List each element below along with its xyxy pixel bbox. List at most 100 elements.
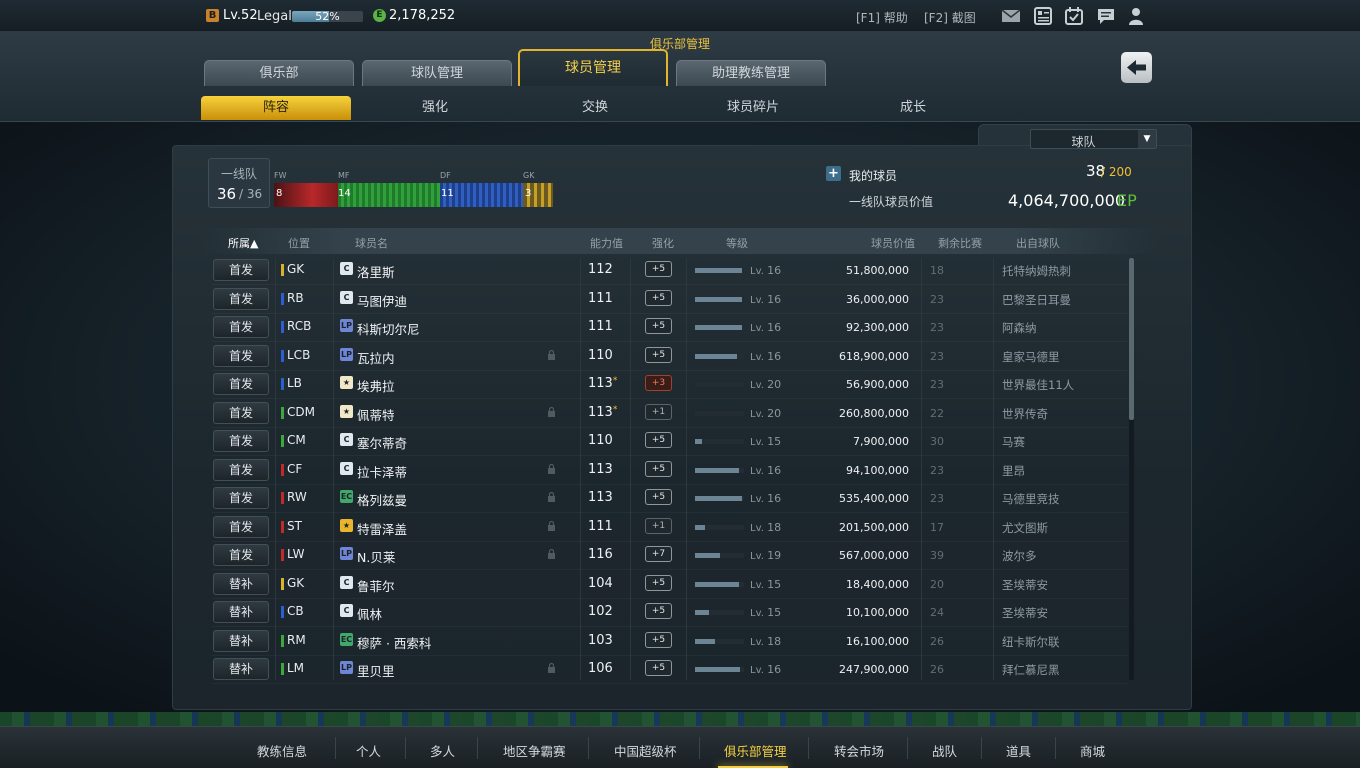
column-header-name[interactable]: 球员名 bbox=[355, 235, 388, 251]
player-name[interactable]: 科斯切尔尼 bbox=[357, 319, 420, 338]
subtab-squad[interactable]: 阵容 bbox=[201, 96, 351, 120]
card-icon[interactable] bbox=[1033, 6, 1053, 26]
lineup-status-button[interactable]: 首发 bbox=[213, 515, 269, 538]
tab-team-management[interactable]: 球队管理 bbox=[362, 60, 512, 86]
table-row[interactable]: 首发 RB C 马图伊迪 111 +5 Lv. 16 36,000,000 23 巴黎圣日耳曼 bbox=[212, 286, 1127, 314]
player-name[interactable]: 塞尔蒂奇 bbox=[357, 433, 407, 452]
lineup-status-button[interactable]: 替补 bbox=[213, 572, 269, 595]
nav-china-super-cup[interactable]: 中国超级杯 bbox=[614, 741, 677, 760]
stadium-strip bbox=[0, 712, 1360, 726]
lineup-status-button[interactable]: 首发 bbox=[213, 401, 269, 424]
lineup-status-button[interactable]: 首发 bbox=[213, 373, 269, 395]
table-row[interactable]: 首发 LW LP N.贝莱 116 +7 Lv. 19 567,000,000 39 波尔多 bbox=[212, 542, 1127, 570]
column-header-club[interactable]: 出自球队 bbox=[1016, 235, 1060, 251]
lineup-status-button[interactable]: 首发 bbox=[213, 430, 269, 452]
user-icon[interactable] bbox=[1126, 6, 1146, 26]
level-progress-bar bbox=[695, 410, 744, 416]
subtab-growth[interactable]: 成长 bbox=[838, 96, 988, 120]
player-name[interactable]: 里贝里 bbox=[357, 661, 395, 680]
nav-single-player[interactable]: 个人 bbox=[356, 741, 381, 760]
table-row[interactable]: 首发 CDM ★ 佩蒂特 113* +1 Lv. 20 260,800,000 22 世界传奇 bbox=[212, 400, 1127, 428]
tab-assistant-coach-management[interactable]: 助理教练管理 bbox=[676, 60, 826, 86]
lineup-status-button[interactable]: 首发 bbox=[213, 316, 269, 338]
player-value: 260,800,000 bbox=[839, 406, 909, 420]
subtab-exchange[interactable]: 交换 bbox=[520, 96, 670, 120]
nav-items[interactable]: 道具 bbox=[1006, 741, 1031, 760]
column-header-value[interactable]: 球员价值 bbox=[871, 235, 915, 251]
player-name[interactable]: 特雷泽盖 bbox=[357, 519, 407, 538]
lineup-status-button[interactable]: 替补 bbox=[213, 601, 269, 623]
player-name[interactable]: 佩蒂特 bbox=[357, 405, 395, 424]
tab-player-management[interactable]: 球员管理 bbox=[518, 49, 668, 86]
column-header-level[interactable]: 等级 bbox=[726, 235, 748, 251]
scrollbar-thumb[interactable] bbox=[1129, 258, 1134, 420]
nav-coach-info[interactable]: 教练信息 bbox=[257, 741, 307, 760]
tab-club[interactable]: 俱乐部 bbox=[204, 60, 354, 86]
level-progress-bar bbox=[695, 467, 744, 473]
table-row[interactable]: 首发 LCB LP 瓦拉内 110 +5 Lv. 16 618,900,000 23 皇家马德里 bbox=[212, 343, 1127, 371]
table-row[interactable]: 替补 RM EC 穆萨 · 西索科 103 +5 Lv. 18 16,100,000 26 纽卡斯… bbox=[212, 628, 1127, 656]
lock-icon bbox=[548, 663, 555, 673]
add-player-icon[interactable]: + bbox=[826, 166, 841, 181]
table-row[interactable]: 替补 LM LP 里贝里 106 +5 Lv. 16 247,900,000 26 拜仁慕尼黑 bbox=[212, 656, 1127, 684]
calendar-check-icon[interactable] bbox=[1064, 6, 1084, 26]
column-header-enhance[interactable]: 强化 bbox=[652, 235, 674, 251]
column-header-position[interactable]: 位置 bbox=[288, 235, 310, 251]
table-row[interactable]: 首发 RCB LP 科斯切尔尼 111 +5 Lv. 16 92,300,000 23 阿森纳 bbox=[212, 314, 1127, 342]
lineup-status-button[interactable]: 替补 bbox=[213, 629, 269, 652]
column-header-type[interactable]: 所属▲ bbox=[228, 235, 258, 251]
player-name[interactable]: 穆萨 · 西索科 bbox=[357, 633, 431, 652]
table-row[interactable]: 替补 GK C 鲁菲尔 104 +5 Lv. 15 18,400,000 20 圣埃蒂安 bbox=[212, 571, 1127, 599]
lineup-status-button[interactable]: 替补 bbox=[213, 658, 269, 680]
table-row[interactable]: 首发 ST ★ 特雷泽盖 111 +1 Lv. 18 201,500,000 17 尤文图斯 bbox=[212, 514, 1127, 542]
player-name[interactable]: 马图伊迪 bbox=[357, 291, 407, 310]
player-name[interactable]: 拉卡泽蒂 bbox=[357, 462, 407, 481]
player-club: 皇家马德里 bbox=[1002, 349, 1060, 364]
lineup-status-button[interactable]: 首发 bbox=[213, 259, 269, 281]
column-header-remaining-matches[interactable]: 剩余比赛 bbox=[938, 235, 982, 251]
nav-divider bbox=[1055, 737, 1056, 759]
screenshot-link[interactable]: [F2] 截图 bbox=[924, 9, 976, 26]
my-players-label: 我的球员 bbox=[849, 169, 898, 183]
lineup-status-button[interactable]: 首发 bbox=[213, 344, 269, 367]
table-row[interactable]: 首发 LB ★ 埃弗拉 113* +3 Lv. 20 56,900,000 23 世界最佳11人 bbox=[212, 371, 1127, 399]
player-name[interactable]: 鲁菲尔 bbox=[357, 576, 395, 595]
season-badge-icon: EC bbox=[340, 490, 353, 503]
lineup-status-button[interactable]: 首发 bbox=[213, 544, 269, 566]
player-name[interactable]: 埃弗拉 bbox=[357, 376, 395, 395]
position-label-mf: MF bbox=[338, 171, 350, 180]
nav-multiplayer[interactable]: 多人 bbox=[430, 741, 455, 760]
mail-icon[interactable] bbox=[1001, 6, 1021, 26]
table-row[interactable]: 首发 RW EC 格列兹曼 113 +5 Lv. 16 535,400,000 23 马德里竞技 bbox=[212, 485, 1127, 513]
player-name[interactable]: N.贝莱 bbox=[357, 547, 395, 566]
player-position: CF bbox=[287, 461, 303, 476]
table-row[interactable]: 首发 CF C 拉卡泽蒂 113 +5 Lv. 16 94,100,000 23 里昂 bbox=[212, 457, 1127, 485]
remaining-matches: 23 bbox=[930, 463, 944, 477]
player-name[interactable]: 瓦拉内 bbox=[357, 348, 395, 367]
back-button[interactable] bbox=[1121, 52, 1152, 83]
nav-divider bbox=[808, 737, 809, 759]
nav-transfer-market[interactable]: 转会市场 bbox=[834, 741, 884, 760]
nav-team-clan[interactable]: 战队 bbox=[932, 741, 957, 760]
player-name[interactable]: 洛里斯 bbox=[357, 262, 395, 281]
team-filter-select[interactable]: 球队 ▼ bbox=[1030, 129, 1157, 149]
column-header-ovr[interactable]: 能力值 bbox=[590, 235, 623, 251]
player-name[interactable]: 格列兹曼 bbox=[357, 490, 407, 509]
subtab-player-fragments[interactable]: 球员碎片 bbox=[678, 96, 828, 120]
nav-shop[interactable]: 商城 bbox=[1080, 741, 1105, 760]
lineup-status-button[interactable]: 首发 bbox=[213, 458, 269, 481]
nav-regional-tournament[interactable]: 地区争霸赛 bbox=[503, 741, 566, 760]
lineup-status-button[interactable]: 首发 bbox=[213, 287, 269, 310]
player-name[interactable]: 佩林 bbox=[357, 604, 382, 623]
lineup-status-button[interactable]: 首发 bbox=[213, 487, 269, 509]
table-row[interactable]: 首发 GK C 洛里斯 112 +5 Lv. 16 51,800,000 18 托特纳姆热刺 bbox=[212, 257, 1127, 285]
subtab-enhance[interactable]: 强化 bbox=[360, 96, 510, 120]
table-row[interactable]: 首发 CM C 塞尔蒂奇 110 +5 Lv. 15 7,900,000 30 马赛 bbox=[212, 428, 1127, 456]
help-link[interactable]: [F1] 帮助 bbox=[856, 9, 908, 26]
chat-icon[interactable] bbox=[1096, 6, 1116, 26]
table-row[interactable]: 替补 CB C 佩林 102 +5 Lv. 15 10,100,000 24 圣埃蒂安 bbox=[212, 599, 1127, 627]
exp-progress-bar: 52% bbox=[292, 11, 363, 22]
season-badge-icon: C bbox=[340, 575, 353, 589]
enhance-level-badge: +7 bbox=[645, 546, 672, 562]
nav-club-management[interactable]: 俱乐部管理 bbox=[724, 741, 787, 760]
